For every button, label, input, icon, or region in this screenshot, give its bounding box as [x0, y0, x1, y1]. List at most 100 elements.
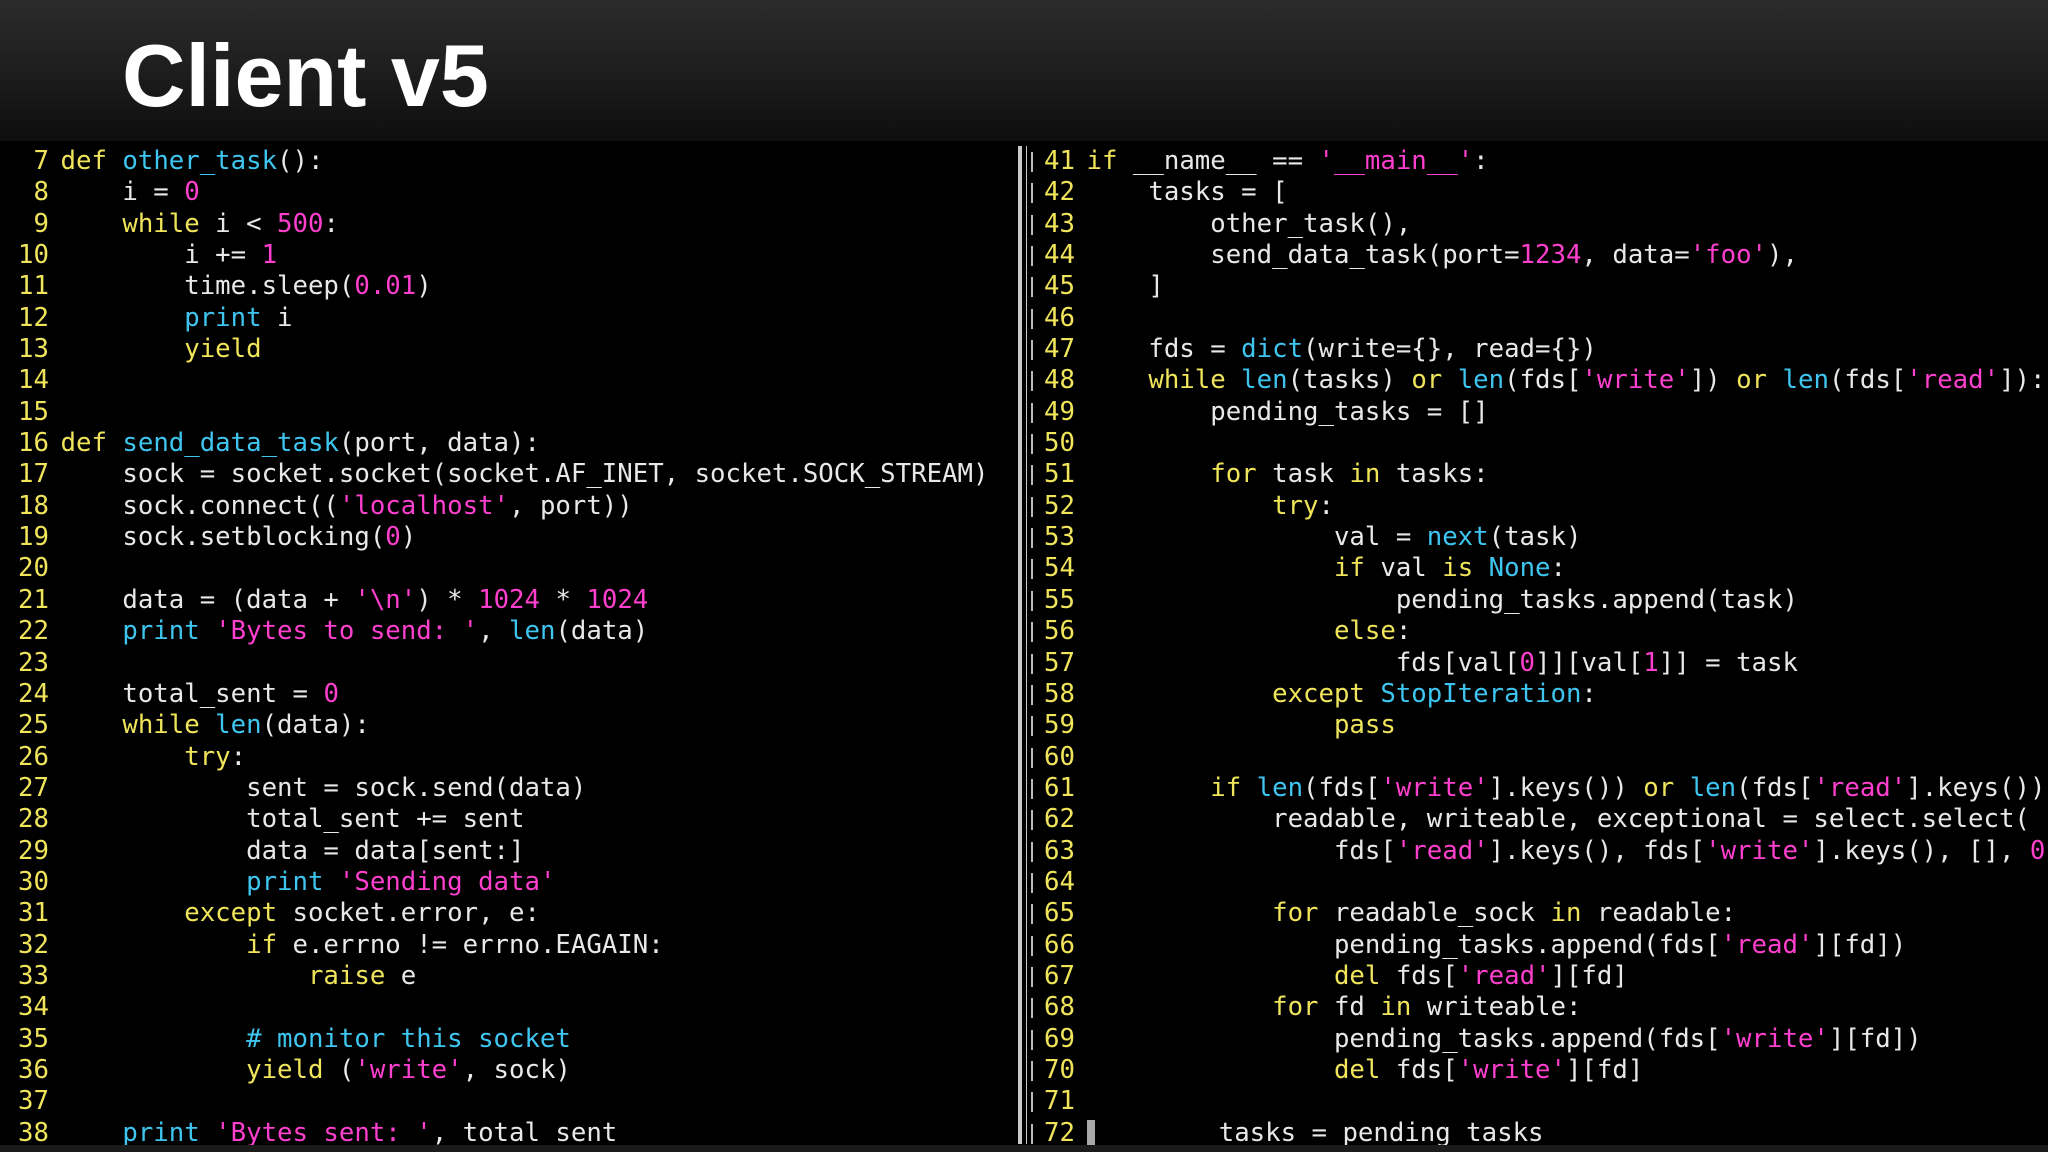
code-line[interactable]: 71 [1044, 1086, 2048, 1117]
code-line[interactable]: 32 if e.errno != errno.EAGAIN: [18, 930, 988, 961]
code-line[interactable]: 68 for fd in writeable: [1044, 992, 2048, 1023]
code-token: 'read' [1457, 960, 1551, 991]
code-line[interactable]: 16 def send_data_task(port, data): [18, 428, 988, 459]
code-line[interactable]: 17 sock = socket.socket(socket.AF_INET, … [18, 459, 988, 490]
code-line[interactable]: 48 while len(tasks) or len(fds['write'])… [1044, 365, 2048, 396]
code-line[interactable]: 57 fds[val[0]][val[1]] = task [1044, 648, 2048, 679]
code-text: del fds['read'][fd] [1087, 961, 1628, 991]
code-token: 1 [1643, 647, 1659, 678]
code-line[interactable]: 66 pending_tasks.append(fds['read'][fd]) [1044, 930, 2048, 961]
code-token: print [60, 302, 278, 333]
line-number: 71 [1044, 1086, 1075, 1117]
line-number: 28 [18, 804, 49, 835]
code-line[interactable]: 13 yield [18, 334, 988, 365]
code-text: val = next(task) [1087, 522, 1581, 552]
code-token: for [1086, 459, 1273, 490]
code-line[interactable]: 61 if len(fds['write'].keys()) or len(fd… [1044, 773, 2048, 804]
code-line[interactable]: 55 pending_tasks.append(task) [1044, 585, 2048, 616]
code-line[interactable]: 34 [18, 992, 988, 1023]
line-number: 17 [18, 459, 49, 490]
code-line[interactable]: 31 except socket.error, e: [18, 898, 988, 929]
code-token: (write={}, read={}) [1303, 334, 1597, 365]
code-line[interactable]: 45 ] [1044, 271, 2048, 302]
code-line[interactable]: 19 sock.setblocking(0) [18, 522, 988, 553]
code-line[interactable]: 69 pending_tasks.append(fds['write'][fd]… [1044, 1024, 2048, 1055]
code-line[interactable]: 26 try: [18, 742, 988, 773]
line-number: 36 [18, 1054, 49, 1085]
code-token: 'write' [1457, 1054, 1566, 1085]
code-line[interactable]: 22 print 'Bytes to send: ', len(data) [18, 616, 988, 647]
line-number: 69 [1044, 1023, 1075, 1054]
code-line[interactable]: 33 raise e [18, 961, 988, 992]
code-text: total_sent = 0 [61, 679, 339, 709]
code-line[interactable]: 9 while i < 500: [18, 209, 988, 240]
code-line[interactable]: 21 data = (data + '\n') * 1024 * 1024 [18, 585, 988, 616]
code-line[interactable]: 56 else: [1044, 616, 2048, 647]
code-token: 0 [1519, 647, 1536, 678]
code-token: readable_sock [1333, 898, 1551, 929]
code-token: if [1086, 146, 1133, 176]
code-pane-left[interactable]: 7 def other_task(): 8 i = 09 while i < 500… [18, 146, 988, 1149]
code-line[interactable]: 54 if val is None: [1044, 553, 2048, 584]
code-line[interactable]: 14 [18, 365, 988, 396]
code-token: pending_tasks.append(fds[ [1086, 1023, 1721, 1054]
code-text: try: [61, 742, 246, 772]
code-line[interactable]: 8 i = 0 [18, 177, 988, 208]
code-line[interactable]: 12 print i [18, 303, 988, 334]
line-number: 65 [1044, 898, 1075, 929]
code-line[interactable]: 65 for readable_sock in readable: [1044, 898, 2048, 929]
border-dash [1030, 836, 1036, 867]
code-line[interactable]: 7 def other_task(): [18, 146, 988, 177]
code-line[interactable]: 67 del fds['read'][fd] [1044, 961, 2048, 992]
code-token: , [478, 616, 510, 647]
line-number: 9 [33, 208, 49, 239]
code-token: data = data[sent:] [60, 835, 525, 866]
code-line[interactable]: 52 try: [1044, 491, 2048, 522]
code-token: 0 [2029, 835, 2046, 866]
code-line[interactable]: 30 print 'Sending data' [18, 867, 988, 898]
code-line[interactable]: 53 val = next(task) [1044, 522, 2048, 553]
code-line[interactable]: 24 total_sent = 0 [18, 679, 988, 710]
code-line[interactable]: 50 [1044, 428, 2048, 459]
code-line[interactable]: 41 if __name__ == '__main__': [1044, 146, 2048, 177]
code-line[interactable]: 49 pending_tasks = [] [1044, 397, 2048, 428]
code-line[interactable]: 37 [18, 1086, 988, 1117]
code-token: send_data_task(port= [1086, 240, 1520, 271]
code-line[interactable]: 11 time.sleep(0.01) [18, 271, 988, 302]
code-line[interactable]: 47 fds = dict(write={}, read={}) [1044, 334, 2048, 365]
code-pane-right[interactable]: 41 if __name__ == '__main__': 42 tasks = [… [1044, 146, 2048, 1149]
code-text: fds = dict(write={}, read={}) [1087, 334, 1597, 364]
code-line[interactable]: 64 [1044, 867, 2048, 898]
border-dash [1030, 585, 1036, 616]
code-token: del [1086, 1054, 1396, 1085]
code-line[interactable]: 70 del fds['write'][fd] [1044, 1055, 2048, 1086]
code-token: # monitor this socket [60, 1023, 571, 1054]
border-dash [1030, 553, 1036, 584]
code-line[interactable]: 44 send_data_task(port=1234, data='foo')… [1044, 240, 2048, 271]
code-line[interactable]: 62 readable, writeable, exceptional = se… [1044, 804, 2048, 835]
code-token: except [60, 898, 293, 929]
code-line[interactable]: 43 other_task(), [1044, 209, 2048, 240]
code-line[interactable]: 23 [18, 648, 988, 679]
code-text: if len(fds['write'].keys()) or len(fds['… [1087, 773, 2048, 803]
code-line[interactable]: 10 i += 1 [18, 240, 988, 271]
code-line[interactable]: 36 yield ('write', sock) [18, 1055, 988, 1086]
code-line[interactable]: 60 [1044, 742, 2048, 773]
code-token: yield [60, 334, 262, 365]
code-line[interactable]: 25 while len(data): [18, 710, 988, 741]
code-line[interactable]: 20 [18, 553, 988, 584]
code-line[interactable]: 59 pass [1044, 710, 2048, 741]
code-line[interactable]: 15 [18, 397, 988, 428]
code-line[interactable]: 18 sock.connect(('localhost', port)) [18, 491, 988, 522]
code-line[interactable]: 42 tasks = [ [1044, 177, 2048, 208]
code-line[interactable]: 58 except StopIteration: [1044, 679, 2048, 710]
code-line[interactable]: 29 data = data[sent:] [18, 836, 988, 867]
code-line[interactable]: 28 total_sent += sent [18, 804, 988, 835]
code-line[interactable]: 51 for task in tasks: [1044, 459, 2048, 490]
code-line[interactable]: 27 sent = sock.send(data) [18, 773, 988, 804]
code-line[interactable]: 35 # monitor this socket [18, 1024, 988, 1055]
code-line[interactable]: 63 fds['read'].keys(), fds['write'].keys… [1044, 836, 2048, 867]
code-text: def send_data_task(port, data): [61, 428, 540, 458]
code-line[interactable]: 46 [1044, 303, 2048, 334]
code-token: val [1380, 553, 1443, 584]
